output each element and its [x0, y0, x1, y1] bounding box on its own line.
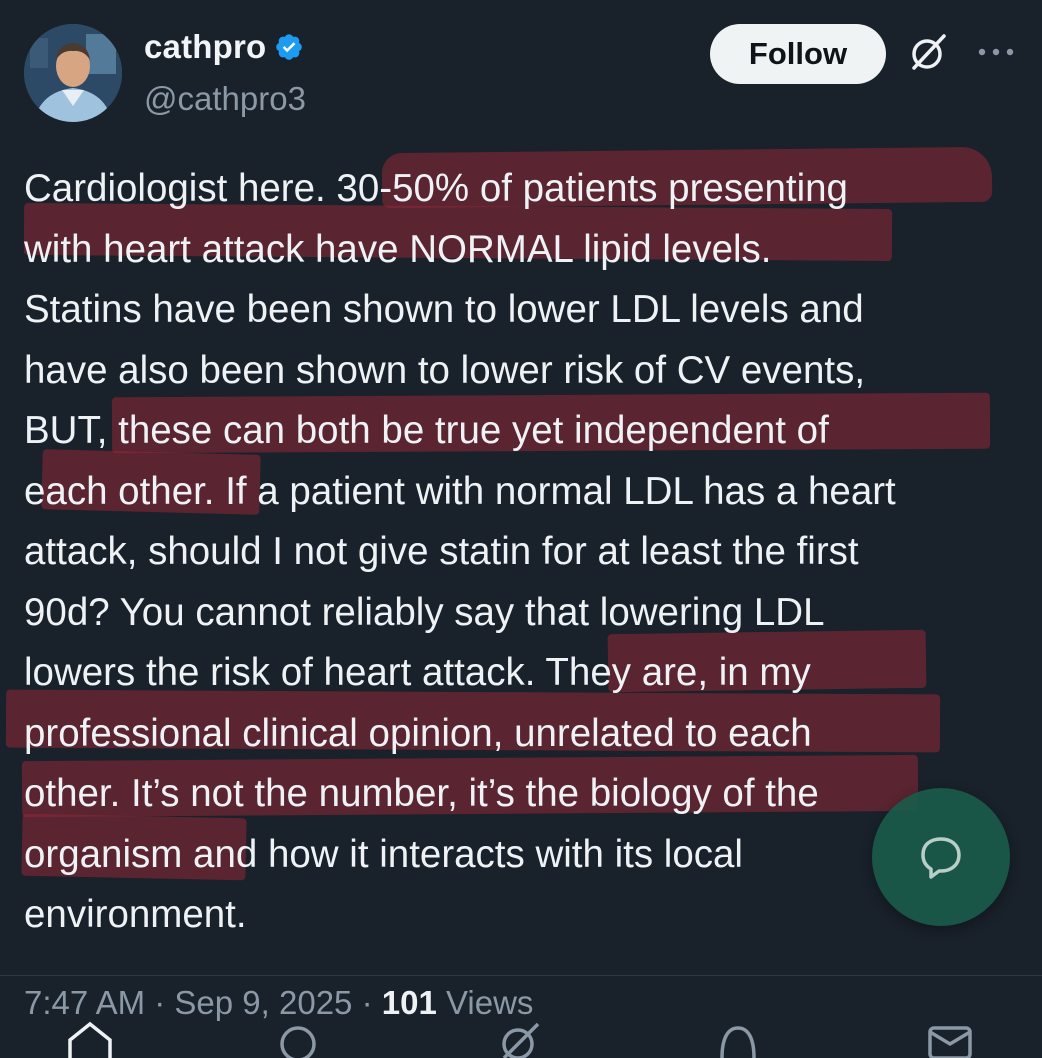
avatar[interactable] — [24, 24, 122, 122]
messages-icon[interactable] — [924, 1018, 976, 1058]
author-handle[interactable]: @cathpro3 — [144, 80, 306, 118]
tweet-line: attack, should I not give statin for at … — [24, 530, 859, 573]
tweet-text: Cardiologist here. 30-50% of patients pr… — [24, 159, 1024, 946]
follow-button[interactable]: Follow — [710, 24, 886, 84]
reply-button[interactable] — [872, 788, 1010, 926]
tweet-line: Cardiologist here. 30-50% of patients pr… — [24, 167, 848, 210]
bottom-nav — [0, 1012, 1042, 1058]
more-icon[interactable] — [972, 30, 1020, 74]
tweet-line: 90d? You cannot reliably say that loweri… — [24, 590, 825, 634]
avatar-image — [24, 24, 122, 122]
divider — [0, 975, 1042, 976]
grok-icon[interactable] — [494, 1018, 546, 1058]
tweet-header: cathpro @cathpro3 Follow — [0, 0, 1042, 140]
author-row: cathpro — [144, 28, 304, 66]
tweet-line: Statins have been shown to lower LDL lev… — [24, 288, 864, 331]
verified-badge-icon — [274, 32, 304, 62]
tweet-line: BUT, these can both be true yet independ… — [24, 409, 829, 452]
search-icon[interactable] — [274, 1018, 326, 1058]
notifications-icon[interactable] — [712, 1018, 764, 1058]
display-name[interactable]: cathpro — [144, 28, 266, 66]
reply-icon — [921, 837, 961, 879]
tweet-line: environment. — [24, 893, 247, 936]
tweet-line: each other. If a patient with normal LDL… — [24, 469, 896, 513]
tweet-line: other. It’s not the number, it’s the bio… — [24, 772, 819, 815]
tweet-line: have also been shown to lower risk of CV… — [24, 348, 866, 392]
grok-icon[interactable] — [906, 30, 950, 74]
home-icon[interactable] — [64, 1018, 116, 1058]
tweet-line: lowers the risk of heart attack. They ar… — [24, 651, 811, 694]
tweet-line: professional clinical opinion, unrelated… — [24, 711, 812, 755]
tweet-line: with heart attack have NORMAL lipid leve… — [24, 227, 772, 271]
